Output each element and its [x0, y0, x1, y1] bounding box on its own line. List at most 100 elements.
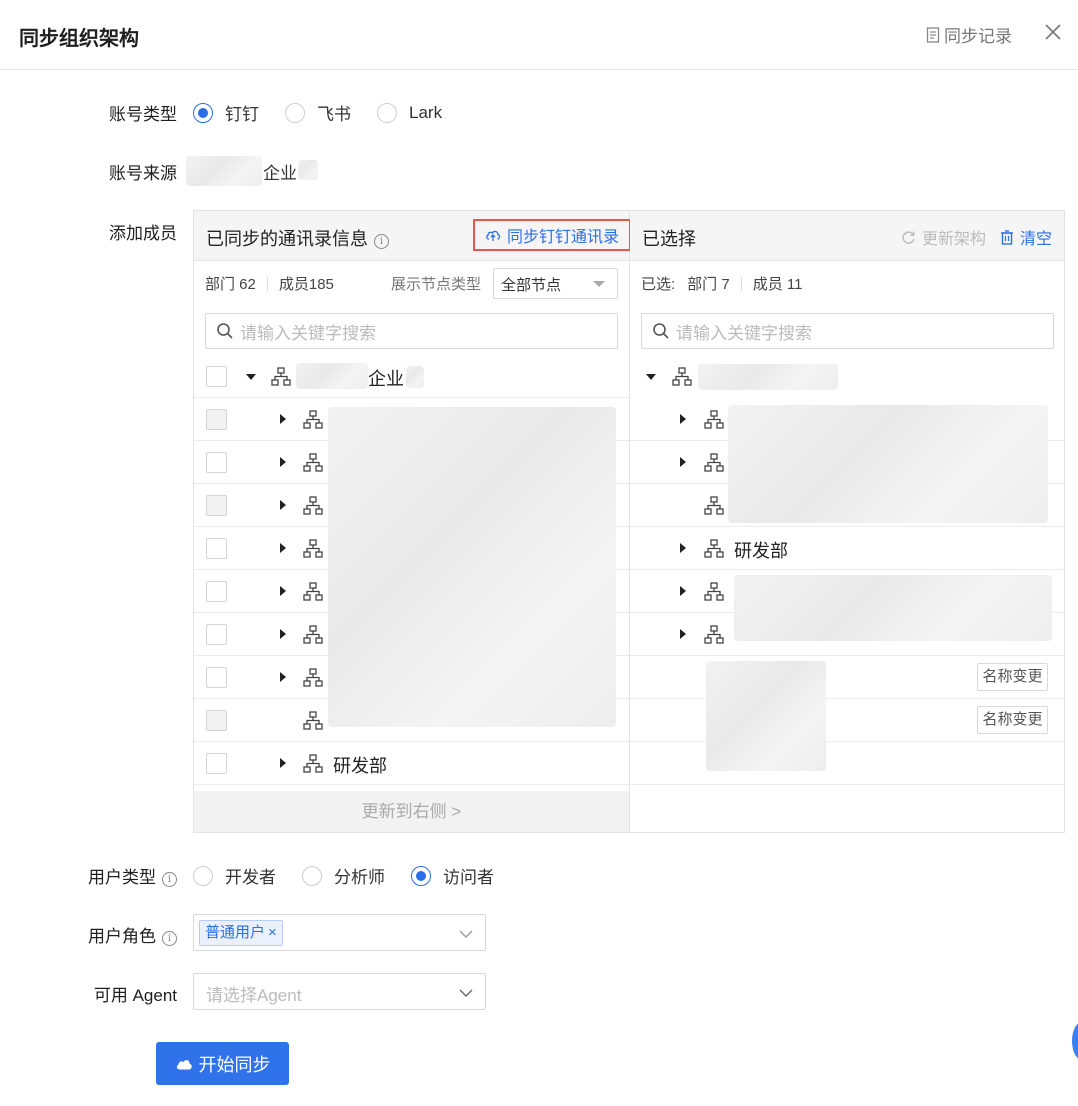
radio-lark[interactable]: Lark: [377, 102, 442, 123]
user-type-label-text: 用户类型: [88, 868, 156, 887]
radio-developer[interactable]: 开发者: [193, 863, 276, 888]
checkbox[interactable]: [206, 667, 227, 688]
left-panel-title: 已同步的通讯录信息 i: [206, 225, 389, 251]
checkbox[interactable]: [206, 581, 227, 602]
selected-member-row[interactable]: [630, 742, 1064, 785]
selected-member-count: 成员 11: [752, 276, 803, 293]
expand-arrow-icon[interactable]: [680, 629, 686, 639]
expand-arrow-icon[interactable]: [280, 457, 286, 467]
role-tag-label: 普通用户: [205, 924, 266, 941]
left-stats: 部门 62 成员185: [205, 273, 334, 294]
info-icon[interactable]: i: [374, 234, 389, 249]
org-structure-icon: [704, 453, 724, 472]
expand-arrow-icon[interactable]: [680, 543, 686, 553]
caret-down-icon: [593, 281, 605, 287]
user-role-select[interactable]: 普通用户 ×: [193, 914, 486, 951]
agent-placeholder: 请选择Agent: [206, 986, 302, 1005]
expand-arrow-icon[interactable]: [280, 672, 286, 682]
update-structure-button[interactable]: 更新架构: [901, 225, 986, 249]
checkbox[interactable]: [206, 538, 227, 559]
update-to-right-button[interactable]: 更新到右侧 >: [194, 791, 629, 832]
close-icon[interactable]: [1042, 21, 1064, 43]
account-type-label: 账号类型: [109, 105, 177, 124]
trash-icon: [1000, 229, 1013, 245]
name-changed-tag: 名称变更: [977, 663, 1048, 691]
redacted-root-name: [296, 363, 368, 389]
expand-arrow-icon[interactable]: [280, 543, 286, 553]
selected-tree-row-rd[interactable]: 研发部: [630, 527, 1064, 570]
info-icon[interactable]: i: [162, 872, 177, 887]
start-sync-button[interactable]: 开始同步: [156, 1042, 289, 1085]
right-panel-title: 已选择: [642, 229, 696, 249]
selected-prefix: 已选:: [641, 276, 676, 293]
checkbox[interactable]: [206, 452, 227, 473]
left-panel-title-text: 已同步的通讯录信息: [206, 229, 368, 249]
user-role-label: 用户角色 i: [17, 922, 177, 947]
node-type-select[interactable]: 全部节点: [493, 268, 618, 299]
expand-arrow-icon[interactable]: [680, 586, 686, 596]
expand-arrow-icon[interactable]: [280, 629, 286, 639]
radio-dingtalk[interactable]: 钉钉: [193, 100, 259, 125]
sync-dingtalk-contacts-button[interactable]: 同步钉钉通讯录: [473, 219, 631, 251]
search-placeholder: 请输入关键字搜索: [676, 323, 812, 343]
org-structure-icon: [303, 668, 323, 687]
sync-record-link[interactable]: 同步记录: [926, 22, 1012, 47]
expand-arrow-icon[interactable]: [680, 457, 686, 467]
node-type-value: 全部节点: [501, 277, 562, 294]
account-source-label: 账号来源: [109, 164, 177, 183]
checkbox[interactable]: [206, 624, 227, 645]
org-structure-icon: [303, 496, 323, 515]
org-structure-icon: [303, 711, 323, 730]
expand-arrow-icon[interactable]: [280, 586, 286, 596]
account-source-suffix: 企业: [263, 164, 297, 183]
radio-dot: [302, 865, 322, 886]
collapse-arrow-icon[interactable]: [246, 374, 256, 380]
update-structure-label: 更新架构: [921, 231, 986, 248]
radio-visitor[interactable]: 访问者: [411, 863, 494, 888]
checkbox[interactable]: [206, 495, 227, 516]
checkbox[interactable]: [206, 753, 227, 774]
tree-root-row[interactable]: 企业: [194, 355, 629, 398]
radio-feishu[interactable]: 飞书: [285, 100, 351, 125]
user-type-label: 用户类型 i: [17, 863, 177, 888]
redacted-member-names: [706, 661, 826, 771]
redacted-root-name: [698, 364, 838, 390]
search-placeholder: 请输入关键字搜索: [240, 323, 376, 343]
tree-row-rd[interactable]: 研发部: [194, 742, 629, 785]
radio-label: 分析师: [334, 868, 385, 887]
collapse-arrow-icon[interactable]: [646, 374, 656, 380]
floating-help-button[interactable]: [1072, 1022, 1078, 1060]
selected-root-row[interactable]: [630, 355, 1064, 398]
remove-tag-icon[interactable]: ×: [268, 921, 277, 945]
org-structure-icon: [704, 582, 724, 601]
refresh-icon: [902, 230, 915, 244]
left-search-input[interactable]: 请输入关键字搜索: [205, 313, 618, 349]
redacted-root-tail: [406, 366, 424, 388]
redacted-dept-names: [734, 575, 1052, 641]
radio-label: 开发者: [225, 868, 276, 887]
info-icon[interactable]: i: [162, 931, 177, 946]
expand-arrow-icon[interactable]: [280, 500, 286, 510]
selected-member-row[interactable]: 名称变更: [630, 656, 1064, 699]
selected-member-row[interactable]: 名称变更: [630, 699, 1064, 742]
radio-dot: [377, 102, 397, 123]
agent-select[interactable]: 请选择Agent: [193, 973, 486, 1010]
checkbox[interactable]: [206, 710, 227, 731]
start-sync-label: 开始同步: [198, 1054, 271, 1075]
checkbox[interactable]: [206, 366, 227, 387]
expand-arrow-icon[interactable]: [680, 414, 686, 424]
dept-count: 部门 62: [205, 276, 256, 293]
radio-dot: [193, 865, 213, 886]
right-search-input[interactable]: 请输入关键字搜索: [641, 313, 1054, 349]
radio-analyst[interactable]: 分析师: [302, 863, 385, 888]
expand-arrow-icon[interactable]: [280, 758, 286, 768]
redacted-company-tail: [298, 160, 318, 180]
cloud-icon: [176, 1059, 192, 1069]
node-type-label: 展示节点类型: [391, 276, 482, 293]
cloud-sync-icon: [486, 230, 501, 241]
dialog-header: 同步组织架构 同步记录: [0, 0, 1078, 70]
clear-button[interactable]: 清空: [1000, 225, 1052, 249]
checkbox[interactable]: [206, 409, 227, 430]
redacted-dept-names: [728, 405, 1048, 523]
expand-arrow-icon[interactable]: [280, 414, 286, 424]
